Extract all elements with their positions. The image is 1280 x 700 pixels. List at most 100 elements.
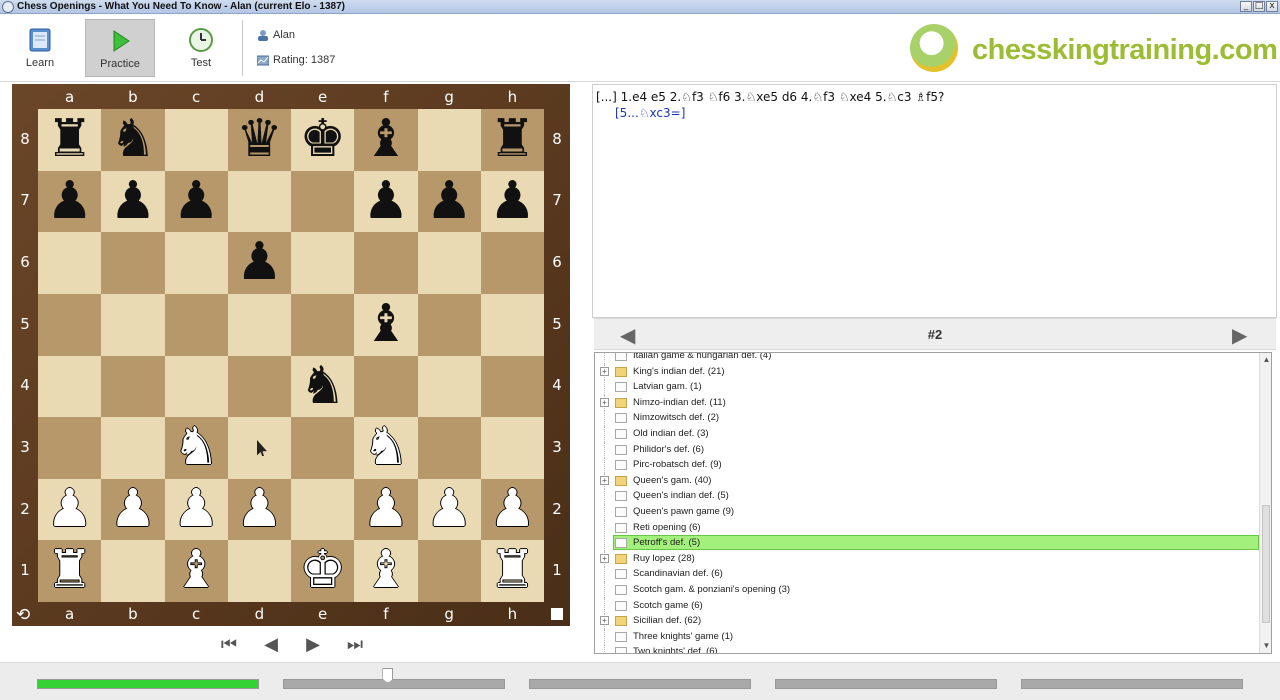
square-a4[interactable]	[38, 355, 102, 418]
expand-icon[interactable]: +	[600, 616, 609, 626]
square-h6[interactable]	[480, 232, 544, 294]
next-exercise-arrow-icon[interactable]: ▶	[1232, 323, 1247, 347]
square-e2[interactable]	[291, 478, 355, 541]
square-g3[interactable]	[417, 417, 481, 479]
black-bishop-icon[interactable]: ♝	[354, 294, 417, 356]
tree-row[interactable]: Queen's indian def. (5)	[595, 488, 1259, 505]
tree-row[interactable]: Old indian def. (3)	[595, 426, 1259, 442]
square-e7[interactable]	[291, 170, 355, 233]
square-e6[interactable]	[291, 232, 355, 294]
square-h5[interactable]	[480, 293, 544, 356]
black-pawn-icon[interactable]: ♟	[101, 171, 164, 233]
black-king-icon[interactable]: ♚	[291, 109, 354, 171]
practice-button[interactable]: Practice	[85, 19, 155, 77]
square-g8[interactable]	[417, 109, 481, 171]
white-pawn-icon[interactable]: ♟	[165, 479, 228, 541]
square-e3[interactable]	[291, 417, 355, 479]
square-a5[interactable]	[38, 293, 102, 356]
black-queen-icon[interactable]: ♛	[228, 109, 291, 171]
black-knight-icon[interactable]: ♞	[291, 356, 354, 418]
square-e5[interactable]	[291, 293, 355, 356]
tree-row[interactable]: Philidor's def. (6)	[595, 441, 1259, 458]
black-knight-icon[interactable]: ♞	[101, 109, 164, 171]
tree-row[interactable]: Petroff's def. (5)	[595, 535, 1259, 552]
tree-row[interactable]: + Ruy lopez (28)	[595, 550, 1259, 567]
square-b1[interactable]	[101, 540, 165, 602]
tree-row[interactable]: + Nimzo-indian def. (11)	[595, 394, 1259, 411]
next-move-button[interactable]: ▶	[301, 632, 325, 658]
tree-row[interactable]: + Sicilian def. (62)	[595, 613, 1259, 630]
black-pawn-icon[interactable]: ♟	[228, 232, 291, 294]
expand-icon[interactable]: +	[600, 553, 609, 563]
tree-row[interactable]: Nimzowitsch def. (2)	[595, 410, 1259, 427]
opening-tree[interactable]: Italian game & hungarian def. (4) + King's…	[594, 352, 1272, 654]
black-pawn-icon[interactable]: ♟	[354, 171, 417, 233]
expand-icon[interactable]: +	[600, 366, 609, 376]
white-rook-icon[interactable]: ♜	[481, 540, 544, 602]
tree-row[interactable]: Scotch game (6)	[595, 597, 1259, 614]
square-c5[interactable]	[164, 293, 228, 356]
notation-panel[interactable]: [...] 1.e4 e5 2.♘f3 ♘f6 3.♘xe5 d6 4.♘f3 …	[592, 84, 1277, 318]
tree-row[interactable]: Scotch gam. & ponziani's opening (3)	[595, 582, 1259, 598]
maximize-button[interactable]: □	[1253, 1, 1265, 12]
black-rook-icon[interactable]: ♜	[38, 109, 101, 171]
square-g6[interactable]	[417, 232, 481, 294]
scroll-down-icon[interactable]: ▼	[1260, 641, 1271, 650]
white-pawn-icon[interactable]: ♟	[354, 479, 417, 541]
variation-line[interactable]: [5...♘xc3=]	[615, 106, 685, 120]
square-d7[interactable]	[227, 170, 291, 233]
tree-row[interactable]: Queen's pawn game (9)	[595, 504, 1259, 520]
expand-icon[interactable]: +	[600, 475, 609, 485]
white-bishop-icon[interactable]: ♝	[354, 540, 417, 602]
square-b3[interactable]	[101, 417, 165, 479]
square-f6[interactable]	[354, 232, 418, 294]
flip-board-icon[interactable]: ⟲	[16, 605, 30, 625]
square-d1[interactable]	[227, 540, 291, 602]
black-pawn-icon[interactable]: ♟	[481, 171, 544, 233]
tree-row[interactable]: Reti opening (6)	[595, 519, 1259, 536]
white-knight-icon[interactable]: ♞	[165, 417, 228, 479]
white-king-icon[interactable]: ♚	[291, 540, 354, 602]
tree-row[interactable]: Two knights' def. (6)	[595, 644, 1259, 653]
square-c6[interactable]	[164, 232, 228, 294]
scroll-up-icon[interactable]: ▲	[1260, 355, 1271, 364]
square-c8[interactable]	[164, 109, 228, 171]
black-bishop-icon[interactable]: ♝	[354, 109, 417, 171]
white-pawn-icon[interactable]: ♟	[228, 479, 291, 541]
tree-row[interactable]: Italian game & hungarian def. (4)	[595, 353, 1259, 364]
square-h3[interactable]	[480, 417, 544, 479]
minimize-button[interactable]: _	[1240, 1, 1252, 12]
tree-row[interactable]: Three knights' game (1)	[595, 628, 1259, 645]
tree-row[interactable]: Pirc-robatsch def. (9)	[595, 457, 1259, 474]
black-pawn-icon[interactable]: ♟	[165, 171, 228, 233]
chessboard[interactable]: ♜ ♞ ♛ ♚ ♝ ♜ ♟ ♟ ♟ ♟ ♟ ♟ ♟ ♝ ♞ ♞ ♞ ♟ ♟ ♟ ♟ ♟ ♟ ♟ ♜ ♝ ♚ ♝ ♜	[38, 109, 544, 602]
square-g1[interactable]	[417, 540, 481, 602]
square-f4[interactable]	[354, 355, 418, 418]
first-move-button[interactable]: ⏮	[217, 632, 241, 658]
square-d5[interactable]	[227, 293, 291, 356]
white-pawn-icon[interactable]: ♟	[481, 479, 544, 541]
white-rook-icon[interactable]: ♜	[38, 540, 101, 602]
white-bishop-icon[interactable]: ♝	[165, 540, 228, 602]
square-g5[interactable]	[417, 293, 481, 356]
square-c4[interactable]	[164, 355, 228, 418]
black-rook-icon[interactable]: ♜	[481, 109, 544, 171]
close-button[interactable]: x	[1266, 1, 1278, 12]
scroll-thumb[interactable]	[1262, 505, 1270, 623]
square-a3[interactable]	[38, 417, 102, 479]
white-pawn-icon[interactable]: ♟	[38, 479, 101, 541]
tree-row[interactable]: + Queen's gam. (40)	[595, 472, 1259, 489]
learn-button[interactable]: Learn	[5, 19, 75, 77]
square-b5[interactable]	[101, 293, 165, 356]
square-b6[interactable]	[101, 232, 165, 294]
move-list[interactable]: [...] 1.e4 e5 2.♘f3 ♘f6 3.♘xe5 d6 4.♘f3 …	[596, 90, 944, 104]
square-b4[interactable]	[101, 355, 165, 418]
tree-row[interactable]: + King's indian def. (21)	[595, 363, 1259, 380]
square-g4[interactable]	[417, 355, 481, 418]
black-pawn-icon[interactable]: ♟	[418, 171, 481, 233]
square-d4[interactable]	[227, 355, 291, 418]
black-pawn-icon[interactable]: ♟	[38, 171, 101, 233]
tree-row[interactable]: Scandinavian def. (6)	[595, 566, 1259, 583]
square-h4[interactable]	[480, 355, 544, 418]
white-pawn-icon[interactable]: ♟	[418, 479, 481, 541]
